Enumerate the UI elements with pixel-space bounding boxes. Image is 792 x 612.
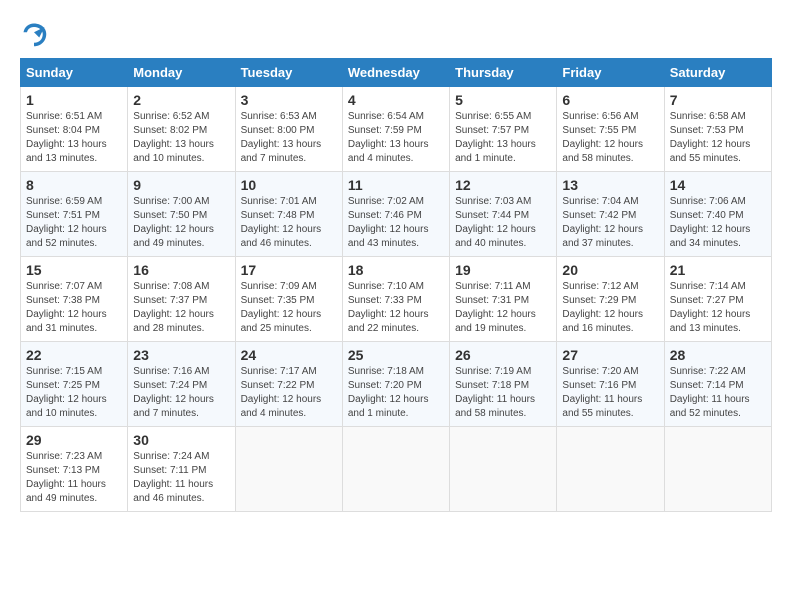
header-row: SundayMondayTuesdayWednesdayThursdayFrid… [21,59,772,87]
table-row [664,427,771,512]
col-header-thursday: Thursday [450,59,557,87]
logo [20,20,52,48]
table-row: 9Sunrise: 7:00 AMSunset: 7:50 PMDaylight… [128,172,235,257]
table-row: 1Sunrise: 6:51 AMSunset: 8:04 PMDaylight… [21,87,128,172]
table-row: 30Sunrise: 7:24 AMSunset: 7:11 PMDayligh… [128,427,235,512]
calendar-week-4: 22Sunrise: 7:15 AMSunset: 7:25 PMDayligh… [21,342,772,427]
table-row: 20Sunrise: 7:12 AMSunset: 7:29 PMDayligh… [557,257,664,342]
table-row: 15Sunrise: 7:07 AMSunset: 7:38 PMDayligh… [21,257,128,342]
table-row: 19Sunrise: 7:11 AMSunset: 7:31 PMDayligh… [450,257,557,342]
table-row: 6Sunrise: 6:56 AMSunset: 7:55 PMDaylight… [557,87,664,172]
calendar-week-1: 1Sunrise: 6:51 AMSunset: 8:04 PMDaylight… [21,87,772,172]
calendar-table: SundayMondayTuesdayWednesdayThursdayFrid… [20,58,772,512]
col-header-tuesday: Tuesday [235,59,342,87]
table-row: 28Sunrise: 7:22 AMSunset: 7:14 PMDayligh… [664,342,771,427]
page-header [20,20,772,48]
table-row: 17Sunrise: 7:09 AMSunset: 7:35 PMDayligh… [235,257,342,342]
table-row: 14Sunrise: 7:06 AMSunset: 7:40 PMDayligh… [664,172,771,257]
table-row: 3Sunrise: 6:53 AMSunset: 8:00 PMDaylight… [235,87,342,172]
col-header-saturday: Saturday [664,59,771,87]
table-row: 27Sunrise: 7:20 AMSunset: 7:16 PMDayligh… [557,342,664,427]
calendar-week-2: 8Sunrise: 6:59 AMSunset: 7:51 PMDaylight… [21,172,772,257]
table-row: 29Sunrise: 7:23 AMSunset: 7:13 PMDayligh… [21,427,128,512]
table-row: 10Sunrise: 7:01 AMSunset: 7:48 PMDayligh… [235,172,342,257]
table-row: 21Sunrise: 7:14 AMSunset: 7:27 PMDayligh… [664,257,771,342]
table-row: 7Sunrise: 6:58 AMSunset: 7:53 PMDaylight… [664,87,771,172]
table-row [557,427,664,512]
table-row [235,427,342,512]
table-row: 11Sunrise: 7:02 AMSunset: 7:46 PMDayligh… [342,172,449,257]
table-row [450,427,557,512]
table-row: 4Sunrise: 6:54 AMSunset: 7:59 PMDaylight… [342,87,449,172]
table-row: 5Sunrise: 6:55 AMSunset: 7:57 PMDaylight… [450,87,557,172]
col-header-monday: Monday [128,59,235,87]
calendar-week-5: 29Sunrise: 7:23 AMSunset: 7:13 PMDayligh… [21,427,772,512]
calendar-week-3: 15Sunrise: 7:07 AMSunset: 7:38 PMDayligh… [21,257,772,342]
table-row: 25Sunrise: 7:18 AMSunset: 7:20 PMDayligh… [342,342,449,427]
table-row: 23Sunrise: 7:16 AMSunset: 7:24 PMDayligh… [128,342,235,427]
table-row: 26Sunrise: 7:19 AMSunset: 7:18 PMDayligh… [450,342,557,427]
logo-icon [20,20,48,48]
table-row: 18Sunrise: 7:10 AMSunset: 7:33 PMDayligh… [342,257,449,342]
table-row: 2Sunrise: 6:52 AMSunset: 8:02 PMDaylight… [128,87,235,172]
table-row: 13Sunrise: 7:04 AMSunset: 7:42 PMDayligh… [557,172,664,257]
table-row: 8Sunrise: 6:59 AMSunset: 7:51 PMDaylight… [21,172,128,257]
table-row: 16Sunrise: 7:08 AMSunset: 7:37 PMDayligh… [128,257,235,342]
col-header-wednesday: Wednesday [342,59,449,87]
table-row: 12Sunrise: 7:03 AMSunset: 7:44 PMDayligh… [450,172,557,257]
table-row [342,427,449,512]
table-row: 24Sunrise: 7:17 AMSunset: 7:22 PMDayligh… [235,342,342,427]
table-row: 22Sunrise: 7:15 AMSunset: 7:25 PMDayligh… [21,342,128,427]
col-header-sunday: Sunday [21,59,128,87]
col-header-friday: Friday [557,59,664,87]
